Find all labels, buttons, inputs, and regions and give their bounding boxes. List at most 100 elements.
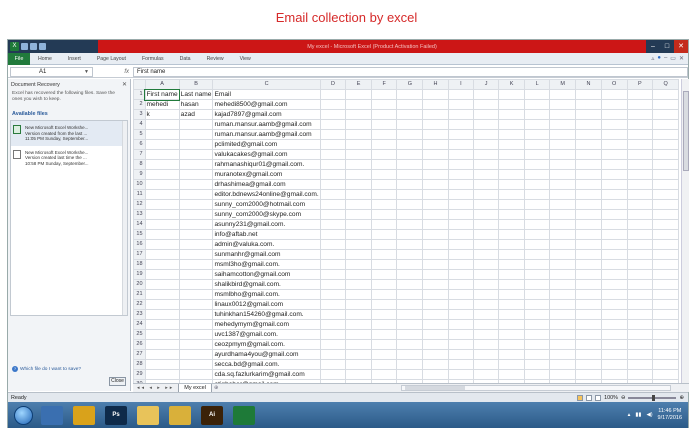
empty-cell[interactable] xyxy=(575,99,602,110)
empty-cell[interactable] xyxy=(447,169,474,180)
empty-cell[interactable] xyxy=(447,269,474,280)
empty-cell[interactable] xyxy=(422,169,449,180)
cell-b[interactable]: azad xyxy=(178,109,214,120)
empty-cell[interactable] xyxy=(370,199,398,210)
empty-cell[interactable] xyxy=(652,309,679,320)
zoom-in-icon[interactable]: ⊕ xyxy=(679,395,684,401)
empty-cell[interactable] xyxy=(370,189,398,200)
column-header[interactable]: N xyxy=(575,79,602,90)
cell-a[interactable] xyxy=(144,269,180,280)
empty-cell[interactable] xyxy=(345,349,372,360)
empty-cell[interactable] xyxy=(600,279,628,290)
empty-cell[interactable] xyxy=(370,259,398,270)
empty-cell[interactable] xyxy=(575,119,602,130)
empty-cell[interactable] xyxy=(626,269,654,280)
empty-cell[interactable] xyxy=(575,299,602,310)
empty-cell[interactable] xyxy=(575,249,602,260)
empty-cell[interactable] xyxy=(652,199,679,210)
cell-c[interactable]: sunmanhr@gmail.com xyxy=(212,249,321,260)
empty-cell[interactable] xyxy=(575,359,602,370)
empty-cell[interactable] xyxy=(345,159,372,170)
empty-cell[interactable] xyxy=(345,299,372,310)
cell-c[interactable]: msmlbho@gmail.com. xyxy=(212,289,321,300)
cell-b[interactable] xyxy=(178,139,214,150)
cell-a[interactable] xyxy=(144,139,180,150)
empty-cell[interactable] xyxy=(600,309,628,320)
empty-cell[interactable] xyxy=(447,89,474,100)
empty-cell[interactable] xyxy=(370,249,398,260)
empty-cell[interactable] xyxy=(370,109,398,120)
cell-a[interactable]: First name xyxy=(144,88,181,101)
cell-c[interactable]: sunny_com2000@hotmail.com xyxy=(212,199,321,210)
cell-b[interactable] xyxy=(178,169,214,180)
cell-b[interactable] xyxy=(178,189,214,200)
empty-cell[interactable] xyxy=(600,259,628,270)
cell-c[interactable]: ruman.mansur.aamb@gmail.com xyxy=(212,129,321,140)
empty-cell[interactable] xyxy=(498,269,525,280)
empty-cell[interactable] xyxy=(472,289,500,300)
empty-cell[interactable] xyxy=(472,229,500,240)
zoom-slider[interactable] xyxy=(628,394,677,401)
empty-cell[interactable] xyxy=(396,179,424,190)
tab-file[interactable]: File xyxy=(8,52,30,65)
empty-cell[interactable] xyxy=(422,199,449,210)
empty-cell[interactable] xyxy=(600,169,628,180)
empty-cell[interactable] xyxy=(447,369,474,380)
empty-cell[interactable] xyxy=(447,219,474,230)
undo-icon[interactable] xyxy=(30,43,37,50)
cell-c[interactable]: info@aftab.net xyxy=(212,229,321,240)
empty-cell[interactable] xyxy=(319,179,347,190)
empty-cell[interactable] xyxy=(396,329,424,340)
empty-cell[interactable] xyxy=(549,369,577,380)
empty-cell[interactable] xyxy=(575,229,602,240)
empty-cell[interactable] xyxy=(472,199,500,210)
empty-cell[interactable] xyxy=(652,169,679,180)
start-button[interactable] xyxy=(14,405,33,425)
row-header[interactable]: 14 xyxy=(133,219,146,230)
empty-cell[interactable] xyxy=(652,159,679,170)
empty-cell[interactable] xyxy=(319,289,347,300)
cell-b[interactable] xyxy=(178,299,214,310)
empty-cell[interactable] xyxy=(575,219,602,230)
empty-cell[interactable] xyxy=(549,169,577,180)
empty-cell[interactable] xyxy=(600,179,628,190)
sheet-nav-arrows-icon[interactable]: ◂◂ ◂ ▸ ▸▸ xyxy=(133,385,178,391)
column-header[interactable]: K xyxy=(498,79,525,90)
empty-cell[interactable] xyxy=(370,299,398,310)
tab-page-layout[interactable]: Page Layout xyxy=(89,56,134,62)
empty-cell[interactable] xyxy=(652,369,679,380)
empty-cell[interactable] xyxy=(626,149,654,160)
cell-a[interactable] xyxy=(144,189,180,200)
column-header[interactable]: I xyxy=(447,79,474,90)
empty-cell[interactable] xyxy=(652,349,679,360)
cell-a[interactable] xyxy=(144,149,180,160)
empty-cell[interactable] xyxy=(626,179,654,190)
empty-cell[interactable] xyxy=(422,249,449,260)
cell-a[interactable] xyxy=(144,129,180,140)
empty-cell[interactable] xyxy=(472,149,500,160)
empty-cell[interactable] xyxy=(345,119,372,130)
empty-cell[interactable] xyxy=(498,349,525,360)
empty-cell[interactable] xyxy=(498,369,525,380)
empty-cell[interactable] xyxy=(396,239,424,250)
tab-formulas[interactable]: Formulas xyxy=(134,56,172,62)
cell-b[interactable] xyxy=(178,179,214,190)
row-header[interactable]: 10 xyxy=(133,179,146,190)
empty-cell[interactable] xyxy=(472,299,500,310)
empty-cell[interactable] xyxy=(523,369,551,380)
empty-cell[interactable] xyxy=(626,89,654,100)
empty-cell[interactable] xyxy=(575,349,602,360)
cell-c[interactable]: asunny231@gmail.com. xyxy=(212,219,321,230)
empty-cell[interactable] xyxy=(319,329,347,340)
empty-cell[interactable] xyxy=(498,249,525,260)
empty-cell[interactable] xyxy=(472,179,500,190)
empty-cell[interactable] xyxy=(498,169,525,180)
cell-b[interactable] xyxy=(178,289,214,300)
cell-a[interactable] xyxy=(144,159,180,170)
empty-cell[interactable] xyxy=(422,289,449,300)
empty-cell[interactable] xyxy=(600,289,628,300)
empty-cell[interactable] xyxy=(600,299,628,310)
empty-cell[interactable] xyxy=(523,339,551,350)
empty-cell[interactable] xyxy=(472,359,500,370)
empty-cell[interactable] xyxy=(422,109,449,120)
